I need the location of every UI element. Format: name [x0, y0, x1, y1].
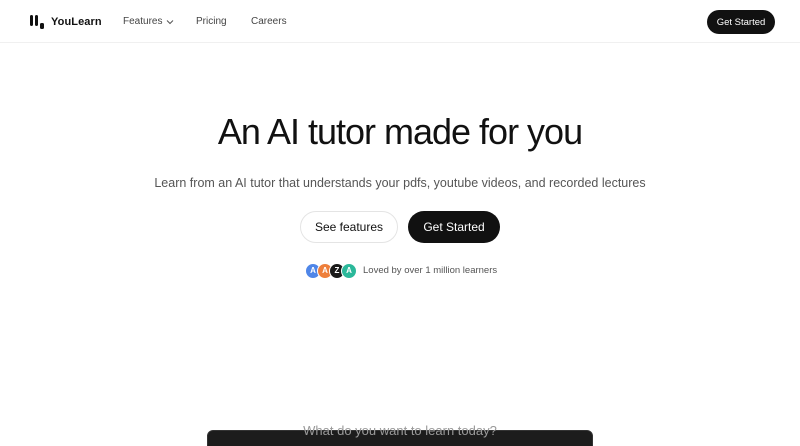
nav-get-started-button[interactable]: Get Started [707, 10, 775, 34]
social-proof-text: Loved by over 1 million learners [363, 265, 498, 276]
preview-prompt-text: What do you want to learn today? [303, 423, 497, 438]
avatar: A [341, 262, 357, 279]
nav-links: Features Pricing Careers [123, 0, 287, 43]
page: YouLearn Features Pricing Careers Get St… [0, 0, 800, 446]
get-started-button[interactable]: Get Started [408, 211, 500, 243]
top-nav: YouLearn Features Pricing Careers Get St… [0, 0, 800, 43]
see-features-button[interactable]: See features [300, 211, 398, 243]
avatar-stack: A A Z A [305, 262, 357, 279]
hero-title: An AI tutor made for you [217, 111, 583, 152]
hero-actions: See features Get Started [300, 211, 500, 243]
brand-name: YouLearn [51, 16, 102, 28]
nav-link-pricing[interactable]: Pricing [196, 16, 251, 27]
youlearn-logo-icon [29, 14, 45, 30]
hero-subtitle: Learn from an AI tutor that understands … [154, 176, 646, 190]
nav-link-label: Features [123, 16, 163, 27]
nav-link-features[interactable]: Features [123, 16, 196, 27]
social-proof: A A Z A Loved by over 1 million learners [305, 262, 497, 279]
chevron-down-icon [166, 18, 174, 26]
brand-logo[interactable]: YouLearn [29, 13, 102, 31]
nav-link-careers[interactable]: Careers [251, 16, 287, 27]
